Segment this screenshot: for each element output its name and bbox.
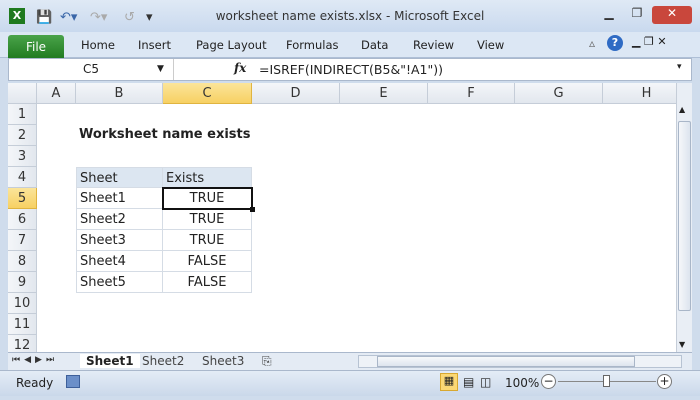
chevron-down-icon[interactable]: ▼	[157, 59, 164, 80]
formula-input[interactable]: =ISREF(INDIRECT(B5&"!A1"))	[259, 62, 443, 77]
ribbon-tabs: File Home Insert Page Layout Formulas Da…	[0, 32, 700, 59]
normal-view-icon[interactable]: ▦	[440, 373, 458, 391]
tab-formulas[interactable]: Formulas	[286, 38, 339, 52]
status-ready: Ready	[16, 376, 54, 390]
zoom-out-icon[interactable]: −	[541, 374, 556, 389]
tab-home[interactable]: Home	[81, 38, 115, 52]
sheet-title[interactable]: Worksheet name exists	[79, 127, 251, 142]
tab-data[interactable]: Data	[361, 38, 388, 52]
table-cell-exists[interactable]: FALSE	[163, 251, 252, 272]
vertical-scroll-thumb[interactable]	[678, 121, 691, 311]
horizontal-scrollbar[interactable]	[358, 355, 682, 368]
row-header[interactable]: 7	[8, 230, 37, 251]
row-header[interactable]: 8	[8, 251, 37, 272]
column-header-c[interactable]: C	[163, 83, 252, 104]
row-header[interactable]: 12	[8, 335, 37, 353]
status-bar: Ready ▦ ▤ ◫ 100% − +	[0, 370, 700, 396]
row-header[interactable]: 2	[8, 125, 37, 146]
scroll-down-icon[interactable]: ▼	[679, 340, 685, 349]
row-header[interactable]: 11	[8, 314, 37, 335]
sheet-tab-sheet3[interactable]: Sheet3	[202, 354, 244, 368]
sheet-tab-sheet1[interactable]: Sheet1	[80, 354, 140, 368]
worksheet-grid[interactable]: A B C D E F G H 1 2 3 4 5 6 7 8 9 10 11 …	[8, 83, 676, 353]
column-header-g[interactable]: G	[515, 83, 603, 104]
macro-record-icon[interactable]	[66, 375, 80, 388]
maximize-button[interactable]: ❐	[624, 6, 650, 24]
tab-view[interactable]: View	[477, 38, 504, 52]
column-header-h[interactable]: H	[603, 83, 676, 104]
tab-review[interactable]: Review	[413, 38, 454, 52]
table-cell-exists[interactable]: TRUE	[163, 209, 252, 230]
fill-handle[interactable]	[250, 207, 255, 212]
row-header[interactable]: 1	[8, 104, 37, 125]
insert-sheet-icon[interactable]: ⎘	[262, 354, 272, 369]
column-header-f[interactable]: F	[428, 83, 515, 104]
table-cell-exists[interactable]: FALSE	[163, 272, 252, 293]
row-header[interactable]: 6	[8, 209, 37, 230]
name-box-value: C5	[82, 62, 99, 76]
table-cell-sheet[interactable]: Sheet3	[76, 230, 163, 251]
tab-insert[interactable]: Insert	[138, 38, 171, 52]
row-header[interactable]: 5	[8, 188, 37, 209]
window-title: worksheet name exists.xlsx - Microsoft E…	[215, 9, 485, 23]
expand-formula-bar-icon[interactable]: ▾	[677, 62, 682, 72]
column-header-a[interactable]: A	[37, 83, 76, 104]
vertical-scrollbar[interactable]: ▲ ▼	[676, 83, 692, 353]
column-header-d[interactable]: D	[252, 83, 340, 104]
title-bar: X 💾 ↶▾ ↷▾ ↺ ▾ worksheet name exists.xlsx…	[0, 0, 700, 32]
table-cell-sheet[interactable]: Sheet2	[76, 209, 163, 230]
fx-icon[interactable]: fx	[234, 61, 246, 75]
active-cell-border	[162, 187, 253, 210]
tab-page-layout[interactable]: Page Layout	[196, 38, 267, 52]
zoom-in-icon[interactable]: +	[657, 374, 672, 389]
table-cell-sheet[interactable]: Sheet4	[76, 251, 163, 272]
zoom-slider-thumb[interactable]	[603, 375, 610, 387]
table-cell-exists[interactable]: TRUE	[163, 230, 252, 251]
workbook-minimize-icon[interactable]: ▁ ❐ ✕	[632, 35, 667, 48]
tab-file[interactable]: File	[8, 35, 64, 59]
table-cell-sheet[interactable]: Sheet5	[76, 272, 163, 293]
zoom-level[interactable]: 100%	[505, 376, 539, 390]
column-header-b[interactable]: B	[76, 83, 163, 104]
minimize-button[interactable]: ▁	[596, 6, 622, 24]
scroll-up-icon[interactable]: ▲	[679, 105, 685, 114]
name-box[interactable]: C5 ▼	[9, 59, 174, 80]
table-cell-sheet[interactable]: Sheet1	[76, 188, 163, 209]
select-all-button[interactable]	[8, 83, 37, 104]
sheet-tab-sheet2[interactable]: Sheet2	[142, 354, 184, 368]
minimize-ribbon-icon[interactable]: ▵	[589, 36, 595, 50]
help-icon[interactable]: ?	[607, 35, 623, 51]
page-break-view-icon[interactable]: ◫	[480, 375, 491, 389]
row-header[interactable]: 9	[8, 272, 37, 293]
column-header-e[interactable]: E	[340, 83, 428, 104]
sheet-tabs-bar: ⏮◀▶⏭ Sheet1 Sheet2 Sheet3 ⎘	[8, 352, 692, 370]
header-cell-exists[interactable]: Exists	[163, 167, 252, 188]
header-cell-sheet[interactable]: Sheet	[76, 167, 163, 188]
sheet-nav-icons[interactable]: ⏮◀▶⏭	[12, 355, 58, 365]
horizontal-scroll-thumb[interactable]	[377, 356, 635, 367]
page-layout-view-icon[interactable]: ▤	[463, 375, 474, 389]
row-header[interactable]: 4	[8, 167, 37, 188]
close-button[interactable]: ✕	[652, 6, 692, 24]
formula-bar: C5 ▼ fx =ISREF(INDIRECT(B5&"!A1")) ▾	[8, 58, 692, 81]
row-header[interactable]: 10	[8, 293, 37, 314]
row-header[interactable]: 3	[8, 146, 37, 167]
